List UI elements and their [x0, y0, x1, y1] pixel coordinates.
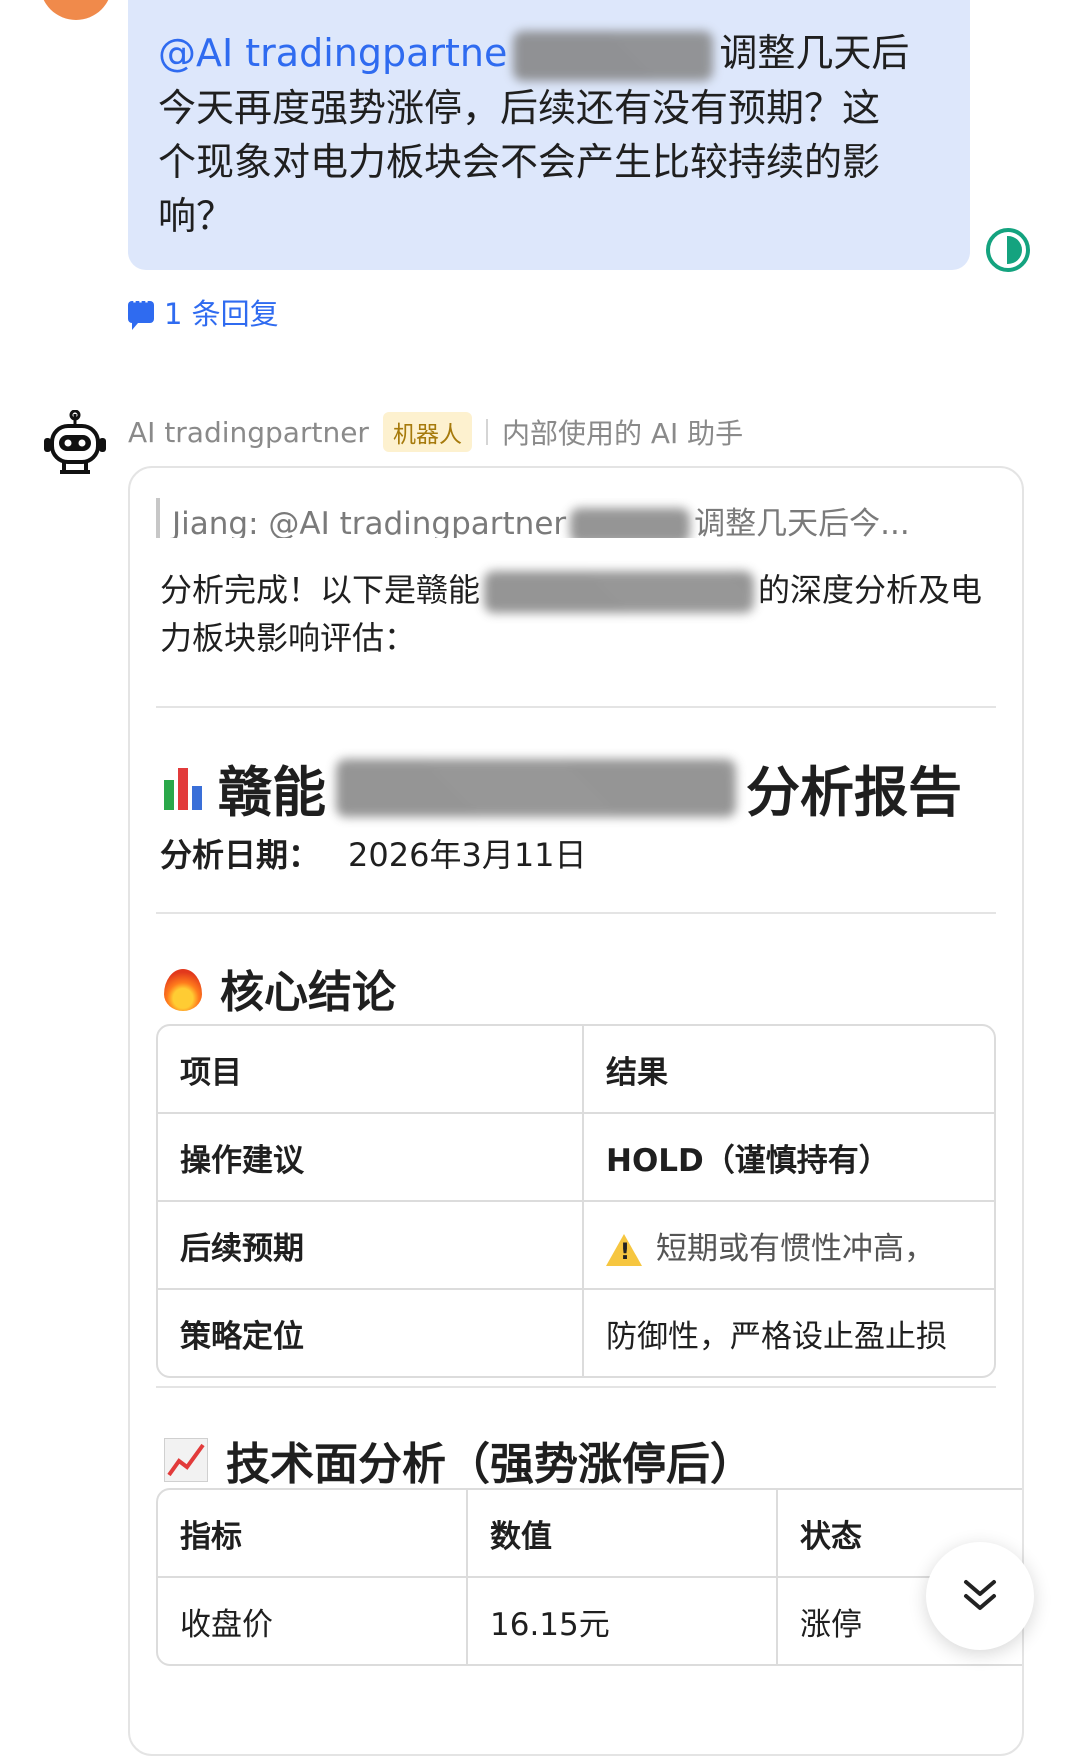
table-row: 收盘价 16.15元 涨停 — [158, 1578, 1022, 1664]
report-title: 赣能 分析报告 — [164, 748, 962, 827]
report-title-text: 赣能 — [218, 761, 326, 824]
table-header-cell: 结果 — [584, 1026, 994, 1114]
table-header-cell: 指标 — [158, 1490, 468, 1578]
reply-thread-link[interactable]: 1 条回复 — [128, 290, 279, 332]
redacted-text — [336, 758, 736, 817]
robot-icon[interactable] — [40, 410, 110, 480]
table-cell: HOLD（谨慎持有） — [584, 1114, 994, 1202]
table-cell-text: 短期或有惯性冲高， — [656, 1230, 935, 1267]
bar-chart-icon — [164, 766, 208, 810]
comment-icon — [128, 290, 154, 330]
core-conclusion-table: 项目 结果 操作建议 HOLD（谨慎持有） 后续预期 短期或有惯性冲高， 策略定… — [156, 1024, 996, 1378]
table-cell: 操作建议 — [158, 1114, 584, 1202]
table-row: 后续预期 短期或有惯性冲高， — [158, 1202, 994, 1290]
message-line-1: @AI tradingpartne 调整几天后 — [158, 26, 940, 81]
message-line-4: 响？ — [158, 193, 235, 238]
redacted-text — [513, 30, 714, 81]
intro-text-tail: 的深度分析及电 — [758, 571, 983, 609]
bot-description: 内部使用的 AI 助手 — [501, 417, 744, 450]
warning-icon — [606, 1234, 642, 1266]
table-cell: 后续预期 — [158, 1202, 584, 1290]
section-title-core: 核心结论 — [164, 956, 396, 1020]
table-cell: 16.15元 — [468, 1578, 778, 1664]
message-line-2: 今天再度强势涨停，后续还有没有预期？这 — [158, 85, 881, 130]
bot-name[interactable]: AI tradingpartner — [128, 416, 369, 449]
quoted-message[interactable]: Jiang: @AI tradingpartner 调整几天后今... — [156, 498, 1002, 538]
section-title-text: 核心结论 — [220, 967, 396, 1018]
table-row: 策略定位 防御性，严格设止盈止损 — [158, 1290, 994, 1376]
message-text: 调整几天后 — [719, 31, 910, 75]
table-cell: 收盘价 — [158, 1578, 468, 1664]
divider — [156, 706, 996, 708]
report-title-tail: 分析报告 — [746, 761, 962, 824]
double-chevron-down-icon — [964, 1580, 996, 1610]
section-title-technical: 技术面分析（强势涨停后） — [164, 1428, 754, 1492]
fire-icon — [164, 965, 202, 1011]
bot-tag: 机器人 — [382, 412, 472, 452]
table-header-row: 项目 结果 — [158, 1026, 994, 1114]
read-status-icon — [986, 228, 1030, 272]
table-header-cell: 项目 — [158, 1026, 584, 1114]
intro-paragraph: 分析完成！以下是赣能 的深度分析及电 力板块影响评估： — [160, 566, 983, 662]
intro-text: 分析完成！以下是赣能 — [160, 571, 481, 609]
user-avatar[interactable] — [40, 0, 112, 20]
mention-link[interactable]: @AI tradingpartne — [158, 31, 507, 75]
technical-analysis-table: 指标 数值 状态 收盘价 16.15元 涨停 — [156, 1488, 1022, 1666]
date-label: 分析日期： — [160, 836, 321, 874]
bot-reply-card: Jiang: @AI tradingpartner 调整几天后今... 分析完成！… — [128, 466, 1024, 1756]
message-line-3: 个现象对电力板块会不会产生比较持续的影 — [158, 139, 881, 184]
table-header-row: 指标 数值 状态 — [158, 1490, 1022, 1578]
analysis-date: 分析日期： 2026年3月11日 — [160, 830, 587, 876]
redacted-text — [484, 571, 755, 613]
quote-text-tail: 调整几天后今... — [694, 506, 910, 538]
divider — [156, 1386, 996, 1388]
table-row: 操作建议 HOLD（谨慎持有） — [158, 1114, 994, 1202]
reply-count: 1 条回复 — [164, 297, 279, 331]
table-cell-warning: 短期或有惯性冲高， — [584, 1202, 994, 1290]
user-message-bubble: @AI tradingpartne 调整几天后 今天再度强势涨停，后续还有没有预期… — [128, 0, 970, 270]
scroll-to-bottom-button[interactable] — [926, 1542, 1034, 1650]
table-cell: 防御性，严格设止盈止损 — [606, 1318, 947, 1355]
divider — [485, 419, 488, 445]
divider — [156, 912, 996, 914]
table-header-cell: 数值 — [468, 1490, 778, 1578]
table-cell: 策略定位 — [158, 1290, 584, 1376]
quote-text: Jiang: @AI tradingpartner — [172, 506, 567, 538]
intro-line-2: 力板块影响评估： — [160, 619, 417, 657]
bot-header: AI tradingpartner 机器人 内部使用的 AI 助手 — [128, 412, 743, 452]
section-title-text: 技术面分析（强势涨停后） — [226, 1439, 754, 1490]
chart-increasing-icon — [164, 1438, 208, 1482]
redacted-text — [570, 507, 691, 538]
date-value: 2026年3月11日 — [348, 836, 587, 874]
